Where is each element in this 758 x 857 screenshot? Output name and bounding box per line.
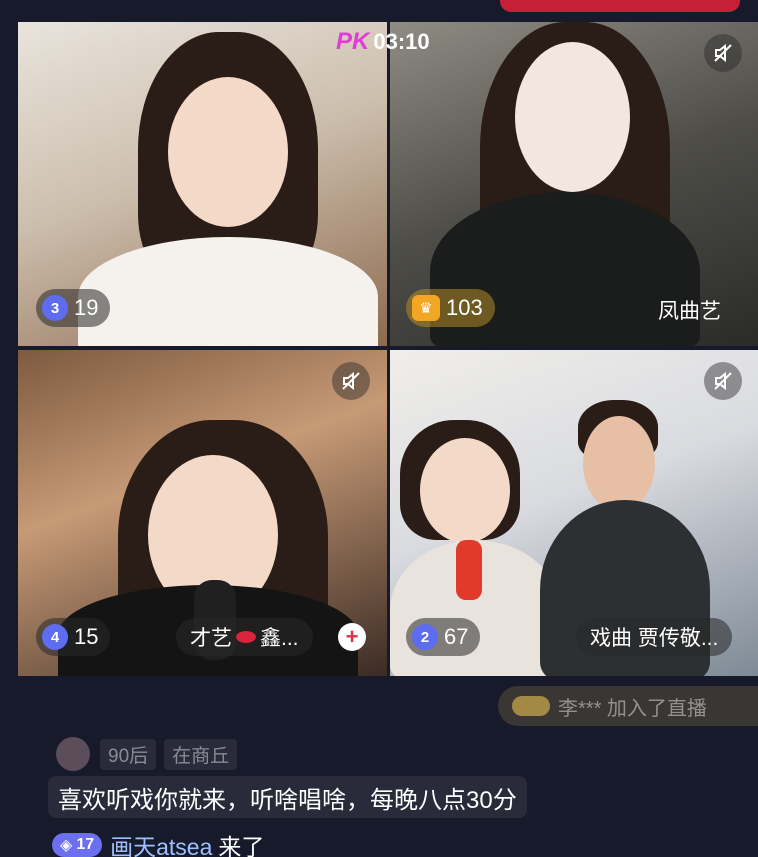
rank-badge: 3 — [42, 295, 68, 321]
crown-icon: ♛ — [412, 295, 440, 321]
mute-icon[interactable] — [332, 362, 370, 400]
person-face — [168, 77, 288, 227]
host-name-text: 凤曲艺 — [658, 300, 721, 323]
mute-icon[interactable] — [704, 362, 742, 400]
gift-count-pill[interactable]: 2 67 — [406, 618, 481, 656]
host-name-text: 戏曲 贾传敬... — [590, 627, 719, 650]
join-banner-text: 李*** 加入了直播 — [558, 697, 707, 720]
chat-message-text: 喜欢听戏你就来，听啥唱啥，每晚八点30分 — [58, 786, 517, 814]
avatar[interactable] — [56, 737, 90, 771]
chat-message: 喜欢听戏你就来，听啥唱啥，每晚八点30分 — [48, 776, 527, 818]
video-tile-1[interactable]: 3 19 — [18, 22, 387, 346]
video-tile-3[interactable]: 4 15 才艺 鑫... + — [18, 350, 387, 676]
rank-badge: 2 — [412, 624, 438, 650]
host-name: 才艺 鑫... — [176, 618, 313, 656]
video-tile-2[interactable]: ♛ 103 凤曲艺 — [390, 22, 758, 346]
join-banner: 李*** 加入了直播 — [498, 686, 758, 726]
gift-count: 15 — [74, 624, 99, 649]
join-action: 来了 — [218, 834, 265, 857]
person-face — [420, 438, 510, 543]
lips-emoji-icon — [236, 631, 256, 643]
pk-video-grid: 3 19 ♛ 103 凤曲艺 4 15 才艺 鑫... + 2 67 戏曲 贾传… — [18, 22, 758, 676]
host-name-text: 才艺 — [190, 627, 232, 650]
user-level-badge: ◈ 17 — [52, 833, 103, 857]
host-name: 戏曲 贾传敬... — [576, 618, 733, 656]
gift-count: 103 — [446, 295, 483, 320]
pk-countdown: 03:10 — [373, 29, 430, 54]
diamond-icon: ◈ — [60, 837, 73, 854]
video-tile-4[interactable]: 2 67 戏曲 贾传敬... — [390, 350, 758, 676]
person-face — [515, 42, 630, 192]
gift-count-pill[interactable]: ♛ 103 — [406, 289, 495, 327]
location-tag: 在商丘 — [164, 738, 238, 770]
join-username[interactable]: 画天atsea — [110, 828, 212, 857]
gift-count: 19 — [74, 295, 99, 320]
rank-badge: 4 — [42, 624, 68, 650]
top-bar — [0, 0, 758, 22]
person-face — [583, 416, 655, 511]
chat-sender-meta: 90后 在商丘 — [56, 737, 245, 771]
level-badge-icon — [512, 696, 550, 716]
chat-join-notice: ◈ 17 画天atsea 来了 — [52, 828, 264, 857]
person-torso — [78, 237, 378, 346]
age-tag: 90后 — [100, 738, 157, 770]
host-name-suffix: 鑫... — [260, 627, 299, 650]
pk-timer: PK 03:10 — [336, 28, 430, 56]
gift-count-pill[interactable]: 4 15 — [36, 618, 111, 656]
top-action-pill[interactable] — [500, 0, 740, 12]
gift-count-pill[interactable]: 3 19 — [36, 289, 111, 327]
host-name: 凤曲艺 — [644, 291, 735, 329]
red-microphone — [456, 540, 482, 600]
user-level: 17 — [76, 836, 95, 853]
mute-icon[interactable] — [704, 34, 742, 72]
pk-label: PK — [336, 28, 370, 55]
gift-count: 67 — [444, 624, 469, 649]
follow-add-button[interactable]: + — [338, 623, 366, 651]
